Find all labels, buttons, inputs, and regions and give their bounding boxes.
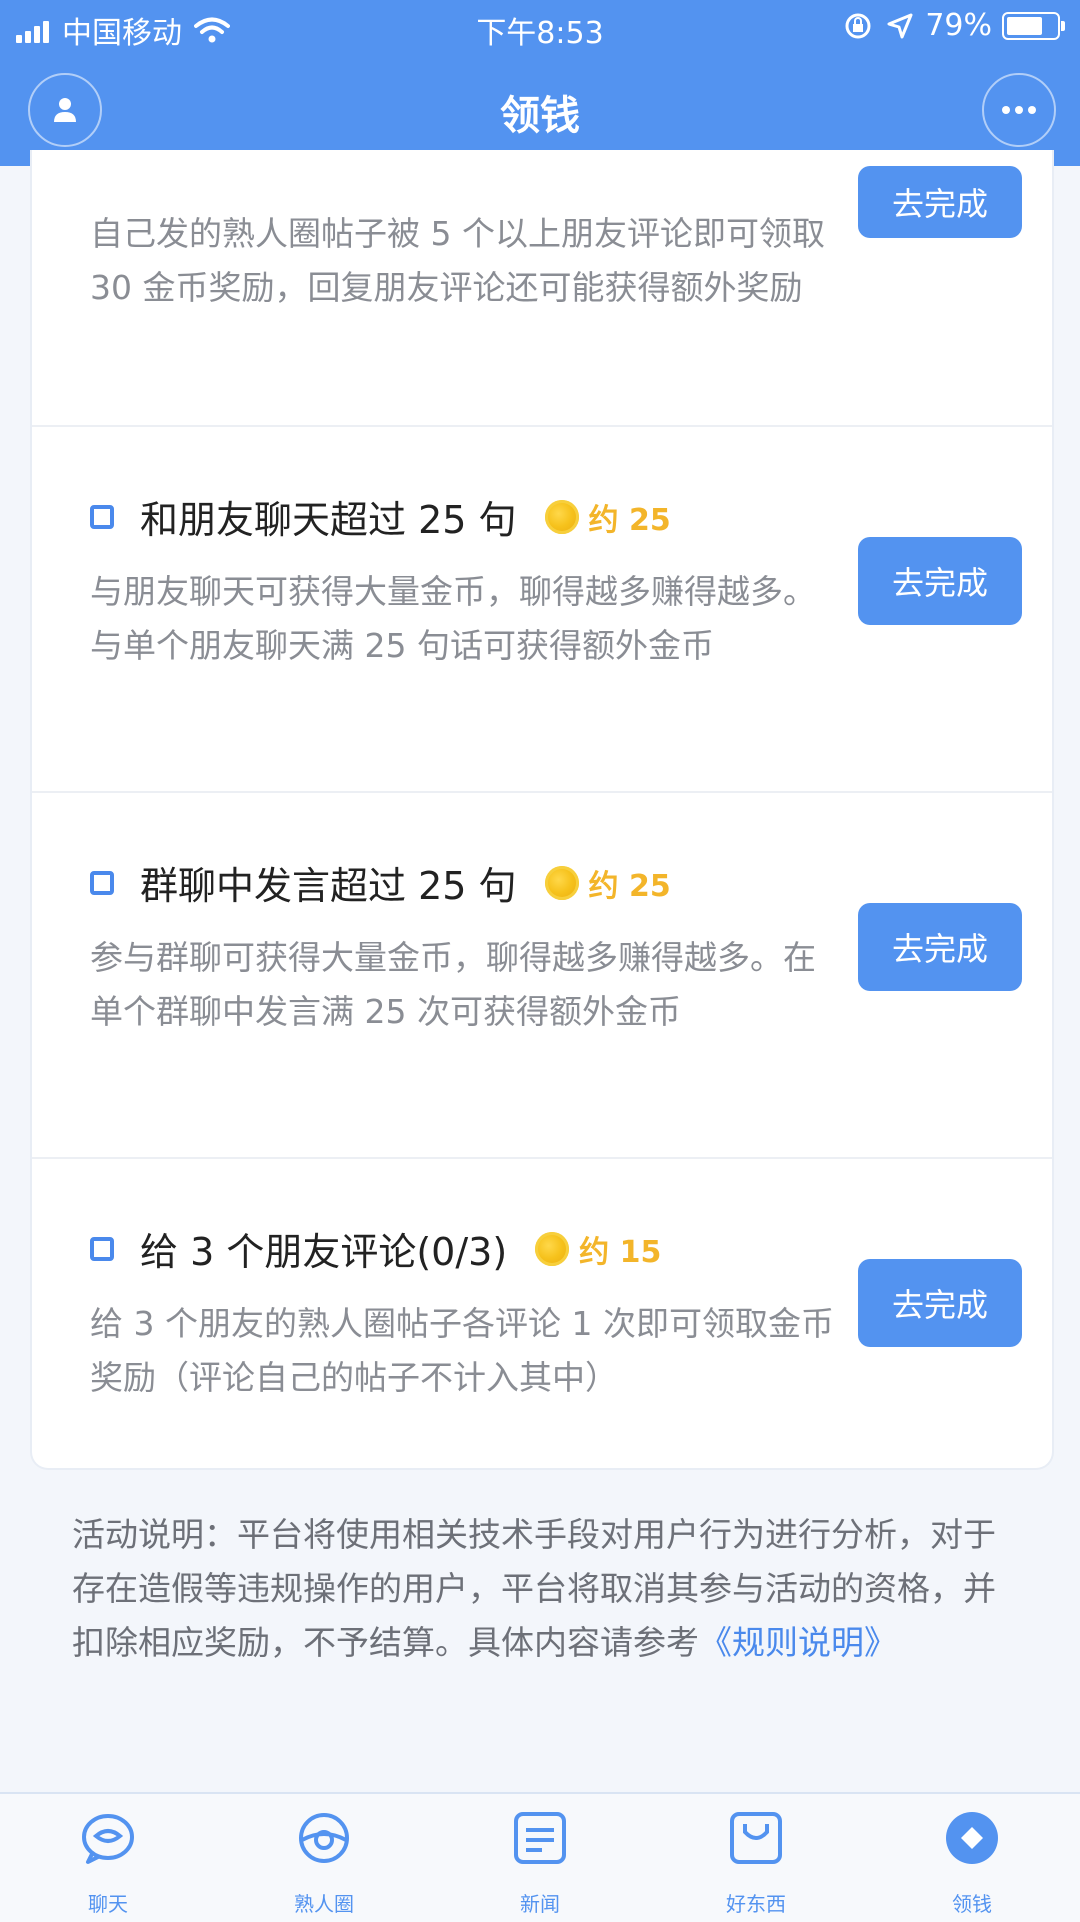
more-button[interactable]: [982, 73, 1056, 147]
task-description: 与朋友聊天可获得大量金币，聊得越多赚得越多。与单个朋友聊天满 25 句话可获得额…: [90, 572, 816, 665]
coin-icon: [535, 1231, 570, 1266]
task-item: 给 3 个朋友评论(0/3) 约 15 给 3 个朋友的熟人圈帖子各评论 1 次…: [32, 1159, 1052, 1468]
complete-button[interactable]: 去完成: [858, 166, 1022, 238]
complete-button[interactable]: 去完成: [858, 537, 1022, 625]
coin-icon: [544, 499, 579, 534]
circle-icon: [299, 1813, 349, 1863]
status-right: 79%: [843, 8, 1065, 43]
tab-bar: 聊天 熟人圈 新闻 好东西 领钱: [0, 1792, 1080, 1922]
news-icon: [514, 1812, 566, 1864]
battery-icon: [1002, 11, 1065, 40]
task-title: 给 3 个朋友评论(0/3): [140, 1230, 508, 1274]
coin-icon: [544, 865, 579, 900]
money-icon: [946, 1812, 998, 1864]
rotation-lock-icon: [845, 13, 871, 38]
task-list-card: 自己发的熟人圈帖子被 5 个以上朋友评论即可领取 30 金币奖励，回复朋友评论还…: [30, 150, 1054, 1470]
task-title: 群聊中发言超过 25 句: [140, 864, 517, 908]
task-description: 给 3 个朋友的熟人圈帖子各评论 1 次即可领取金币奖励（评论自己的帖子不计入其…: [90, 1304, 834, 1397]
tab-label: 熟人圈: [294, 1892, 354, 1916]
tab-label: 领钱: [952, 1892, 992, 1916]
page-title: 领钱: [500, 93, 580, 139]
tab-goods[interactable]: 好东西: [648, 1794, 864, 1922]
reward-amount: 约 15: [579, 1234, 662, 1270]
shopping-bag-icon: [730, 1812, 782, 1864]
task-header: 群聊中发言超过 25 句 约 25: [90, 855, 671, 910]
tab-earn-money[interactable]: 领钱: [864, 1794, 1080, 1922]
status-bar: 中国移动 下午8:53 79%: [0, 0, 1080, 55]
tab-chat[interactable]: 聊天: [0, 1794, 216, 1922]
task-title: 和朋友聊天超过 25 句: [140, 498, 517, 542]
tab-label: 新闻: [520, 1892, 560, 1916]
checkbox-icon: [90, 870, 114, 895]
battery-percent: 79%: [925, 8, 992, 43]
task-description: 参与群聊可获得大量金币，聊得越多赚得越多。在单个群聊中发言满 25 次可获得额外…: [90, 938, 816, 1031]
complete-button[interactable]: 去完成: [858, 903, 1022, 991]
task-header: 和朋友聊天超过 25 句 约 25: [90, 489, 671, 544]
activity-notice: 活动说明：平台将使用相关技术手段对用户行为进行分析，对于存在造假等违规操作的用户…: [72, 1508, 1022, 1670]
task-description: 自己发的熟人圈帖子被 5 个以上朋友评论即可领取 30 金币奖励，回复朋友评论还…: [90, 214, 825, 307]
more-icon: [1002, 106, 1036, 114]
task-item: 群聊中发言超过 25 句 约 25 参与群聊可获得大量金币，聊得越多赚得越多。在…: [32, 793, 1052, 1159]
complete-button[interactable]: 去完成: [858, 1259, 1022, 1347]
reward-amount: 约 25: [588, 502, 671, 538]
chat-icon: [82, 1814, 134, 1864]
rules-link[interactable]: 《规则说明》: [699, 1623, 897, 1662]
tab-news[interactable]: 新闻: [432, 1794, 648, 1922]
task-header: 给 3 个朋友评论(0/3) 约 15: [90, 1221, 661, 1276]
task-item: 自己发的熟人圈帖子被 5 个以上朋友评论即可领取 30 金币奖励，回复朋友评论还…: [32, 150, 1052, 427]
reward-amount: 约 25: [588, 868, 671, 904]
tab-moments[interactable]: 熟人圈: [216, 1794, 432, 1922]
checkbox-icon: [90, 504, 114, 529]
tab-label: 聊天: [88, 1892, 128, 1916]
task-item: 和朋友聊天超过 25 句 约 25 与朋友聊天可获得大量金币，聊得越多赚得越多。…: [32, 427, 1052, 793]
tab-label: 好东西: [726, 1892, 786, 1916]
checkbox-icon: [90, 1236, 114, 1261]
location-icon: [887, 13, 913, 38]
